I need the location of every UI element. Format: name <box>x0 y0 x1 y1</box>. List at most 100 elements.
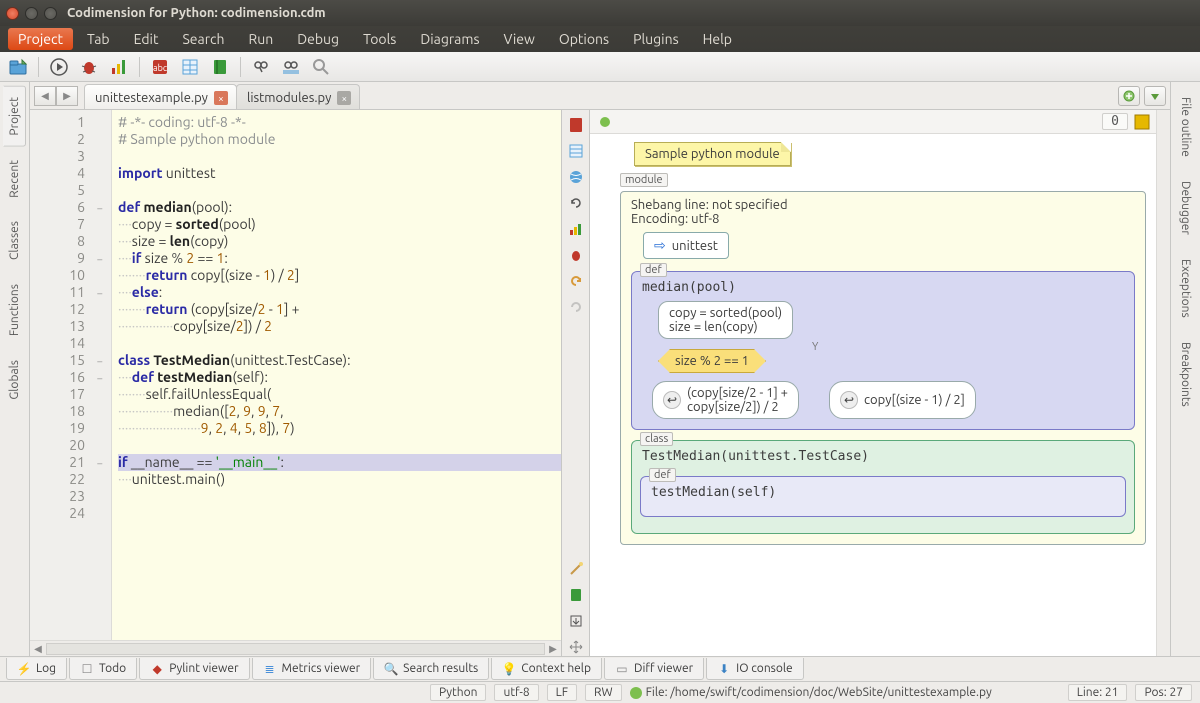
window-title: Codimension for Python: codimension.cdm <box>67 6 326 20</box>
tab-nav-forward-button[interactable]: ▶ <box>56 86 78 106</box>
import-box: ⇨ unittest <box>643 232 729 259</box>
diagram-count: 0 <box>1102 113 1128 130</box>
doc-icon[interactable] <box>567 116 585 134</box>
import-name: unittest <box>672 239 718 253</box>
left-tab-globals[interactable]: Globals <box>3 349 26 411</box>
window-minimize-button[interactable] <box>25 7 38 20</box>
flowchart-canvas[interactable]: Sample python module module Shebang line… <box>590 134 1156 656</box>
wand-icon[interactable] <box>567 560 585 578</box>
flowchart-panel: 0 Sample python module module Shebang li… <box>590 110 1156 656</box>
left-tab-functions[interactable]: Functions <box>3 273 26 347</box>
menu-view[interactable]: View <box>494 28 545 50</box>
right-tab-debugger[interactable]: Debugger <box>1174 170 1197 246</box>
file-tab-label: unittestexample.py <box>95 91 208 105</box>
status-encoding: utf-8 <box>494 684 538 701</box>
find-in-files-icon[interactable] <box>279 55 303 79</box>
tab-label: Todo <box>99 662 126 675</box>
def-badge: def <box>649 468 676 482</box>
tab-label: Metrics viewer <box>282 662 361 675</box>
def-badge: def <box>640 263 667 277</box>
move-icon[interactable] <box>567 638 585 656</box>
status-ok-icon <box>600 117 610 127</box>
module-badge: module <box>620 173 668 187</box>
book2-icon[interactable] <box>567 586 585 604</box>
list-icon[interactable] <box>567 142 585 160</box>
menu-help[interactable]: Help <box>693 28 742 50</box>
hazard-icon[interactable] <box>1134 114 1150 130</box>
import-arrow-icon: ⇨ <box>654 237 666 254</box>
menu-options[interactable]: Options <box>549 28 619 50</box>
bottom-tab-log[interactable]: ⚡Log <box>6 658 67 680</box>
tab-icon: ◆ <box>150 662 164 676</box>
file-tab[interactable]: unittestexample.py × <box>84 84 237 109</box>
tab-nav-back-button[interactable]: ◀ <box>34 86 56 106</box>
menu-run[interactable]: Run <box>239 28 284 50</box>
editor-gutter: 123456−789−1011−12131415−16−1718192021−2… <box>30 110 112 640</box>
menu-project[interactable]: Project <box>8 28 73 50</box>
run-icon[interactable] <box>47 55 71 79</box>
globe-icon[interactable] <box>567 168 585 186</box>
bottom-tab-diff-viewer[interactable]: ▭Diff viewer <box>604 658 704 680</box>
menu-tab[interactable]: Tab <box>77 28 120 50</box>
left-tab-classes[interactable]: Classes <box>3 210 26 271</box>
left-tab-project[interactable]: Project <box>3 86 26 147</box>
profile-icon[interactable] <box>107 55 131 79</box>
diagram-vscrollbar[interactable] <box>1156 110 1170 656</box>
bottom-tab-io-console[interactable]: ⬇IO console <box>706 658 804 680</box>
window-maximize-button[interactable] <box>44 7 57 20</box>
window-close-button[interactable] <box>6 7 19 20</box>
menubar: ProjectTabEditSearchRunDebugToolsDiagram… <box>0 26 1200 52</box>
code-editor[interactable]: 123456−789−1011−12131415−16−1718192021−2… <box>30 110 562 656</box>
tab-label: IO console <box>736 662 793 675</box>
export-icon[interactable] <box>567 612 585 630</box>
return-false-box: ↩ (copy[size/2 - 1] + copy[size/2]) / 2 <box>652 381 799 419</box>
bug-icon[interactable] <box>567 246 585 264</box>
status-lang: Python <box>430 684 487 701</box>
return-icon: ↩ <box>663 391 681 409</box>
ok-icon <box>630 687 642 699</box>
file-tab[interactable]: listmodules.py× <box>236 84 360 109</box>
right-tab-breakpoints[interactable]: Breakpoints <box>1174 331 1197 418</box>
return-true-box: ↩ copy[(size - 1) / 2] <box>829 381 976 419</box>
menu-debug[interactable]: Debug <box>287 28 349 50</box>
bottom-tab-metrics-viewer[interactable]: ≣Metrics viewer <box>252 658 372 680</box>
book-icon[interactable] <box>208 55 232 79</box>
debug-icon[interactable] <box>77 55 101 79</box>
close-icon[interactable]: × <box>214 91 228 105</box>
menu-diagrams[interactable]: Diagrams <box>410 28 489 50</box>
doc1-icon[interactable]: abc <box>148 55 172 79</box>
main-toolbar: abc <box>0 52 1200 82</box>
right-tab-file-outline[interactable]: File outline <box>1174 86 1197 168</box>
editor-hscrollbar[interactable]: ◀▶ <box>30 640 561 656</box>
bottom-tab-todo[interactable]: ☐Todo <box>69 658 137 680</box>
body-box: copy = sorted(pool) size = len(copy) <box>658 301 793 339</box>
condition-box: size % 2 == 1 <box>658 349 766 373</box>
left-tab-recent[interactable]: Recent <box>3 149 26 209</box>
view-menu-button[interactable] <box>1144 86 1166 106</box>
bottom-panel-tabs: ⚡Log☐Todo◆Pylint viewer≣Metrics viewer🔍S… <box>0 656 1200 681</box>
reload-icon[interactable] <box>567 194 585 212</box>
bottom-tab-pylint-viewer[interactable]: ◆Pylint viewer <box>139 658 249 680</box>
profile2-icon[interactable] <box>567 220 585 238</box>
find-icon[interactable] <box>249 55 273 79</box>
return-icon: ↩ <box>840 391 858 409</box>
right-tab-exceptions[interactable]: Exceptions <box>1174 248 1197 329</box>
branch-y-label: Y <box>812 341 818 353</box>
menu-search[interactable]: Search <box>172 28 234 50</box>
table-icon[interactable] <box>178 55 202 79</box>
undo-icon[interactable] <box>567 272 585 290</box>
class-badge: class <box>640 432 673 446</box>
menu-edit[interactable]: Edit <box>124 28 169 50</box>
method-signature: testMedian(self) <box>649 483 1117 506</box>
menu-tools[interactable]: Tools <box>353 28 406 50</box>
close-icon[interactable]: × <box>337 91 351 105</box>
bottom-tab-search-results[interactable]: 🔍Search results <box>373 658 489 680</box>
search-icon[interactable] <box>309 55 333 79</box>
bottom-tab-context-help[interactable]: 💡Context help <box>491 658 602 680</box>
redo-icon[interactable] <box>567 298 585 316</box>
editor-code-area[interactable]: # -*- coding: utf-8 -*-# Sample python m… <box>112 110 561 640</box>
class-box: class TestMedian(unittest.TestCase) def … <box>631 440 1135 534</box>
open-project-icon[interactable] <box>6 55 30 79</box>
add-view-button[interactable] <box>1118 86 1140 106</box>
menu-plugins[interactable]: Plugins <box>623 28 689 50</box>
